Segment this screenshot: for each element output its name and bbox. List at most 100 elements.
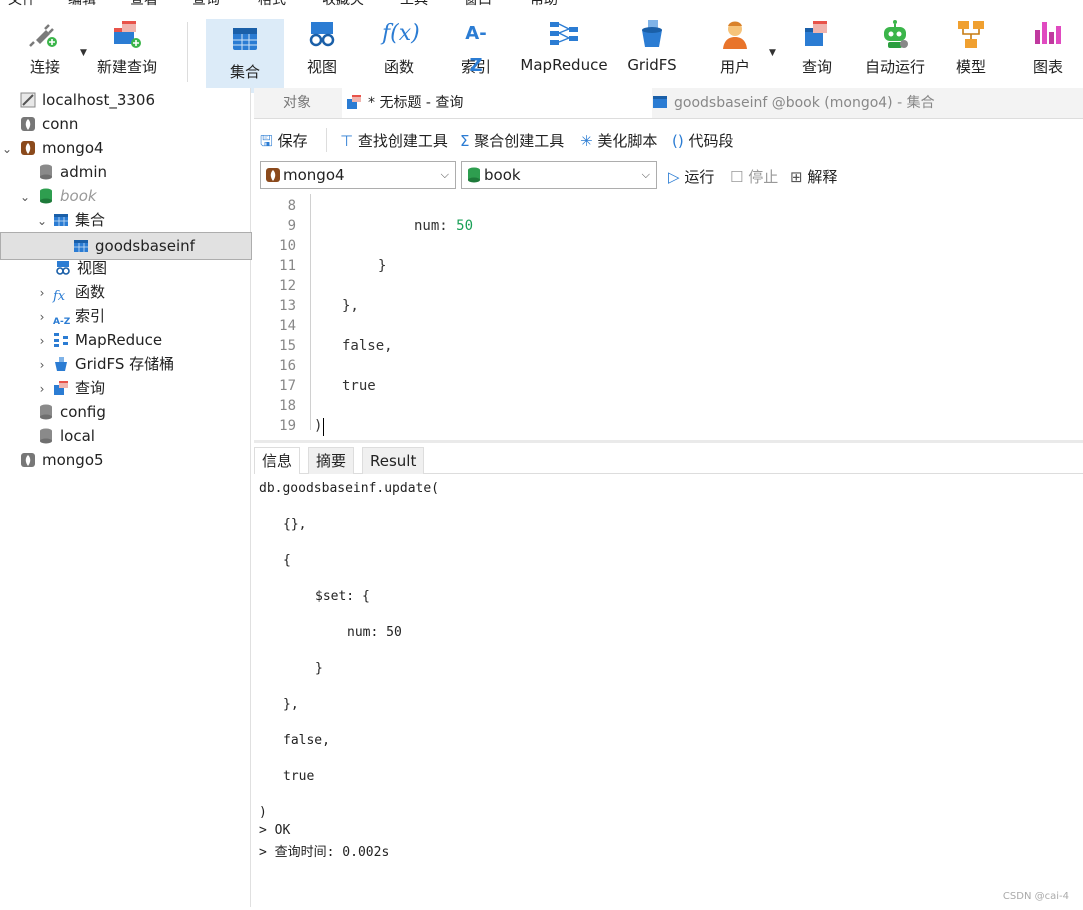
menu-file[interactable]: 文件 [8,0,36,8]
editor-toolbar: 🖫 保存 ⊤ 查找创建工具 Σ 聚合创建工具 ✳ 美化脚本 () 代码段 [254,124,1083,156]
mongo-leaf-icon [20,139,36,155]
code-editor[interactable]: 8 9 10 11 12 13 14 15 16 17 18 19 num: 5… [254,194,1083,438]
query-button[interactable]: 查询 [788,18,846,90]
tree-item-book[interactable]: ⌄ book [18,184,97,208]
tree-item-views[interactable]: 视图 [55,256,107,280]
tree-item-localhost[interactable]: localhost_3306 [20,88,155,112]
line-number: 19 [279,418,296,434]
text-cursor [323,418,324,436]
save-button[interactable]: 🖫 保存 [260,130,308,156]
function-button[interactable]: f(x) 函数 [368,18,430,90]
menu-favorites[interactable]: 收藏夹 [322,0,364,8]
chevron-down-icon[interactable]: ⌄ [0,137,14,161]
output-line: num: 50 [347,625,402,640]
tree-item-queries[interactable]: › 查询 [35,376,105,400]
tree-item-admin[interactable]: admin [38,160,107,184]
tree-item-goodsbaseinf[interactable]: goodsbaseinf [0,232,252,260]
main-toolbar: 连接 ▼ 新建查询 集合 视图 f(x) 函数 A-Z 索引 MapReduce [0,8,1083,93]
collection-button[interactable]: 集合 [206,19,284,93]
output-line: db.goodsbaseinf.update( [259,481,440,496]
menu-edit[interactable]: 编辑 [68,0,96,8]
database-icon [38,427,54,444]
query-icon [346,91,362,109]
output-query-time: > 查询时间: 0.002s [259,845,390,860]
new-query-button[interactable]: 新建查询 [94,18,160,90]
tree-item-conn[interactable]: conn [20,112,78,136]
tree-item-gridfs[interactable]: › GridFS 存储桶 [35,352,175,377]
output-line: ) [259,805,267,820]
menu-window[interactable]: 窗口 [464,0,492,8]
beautify-button[interactable]: ✳ 美化脚本 [580,130,657,151]
explain-icon: ⊞ [790,168,803,186]
mongo-leaf-icon [20,115,36,131]
tree-label: 查询 [75,379,106,397]
chevron-right-icon[interactable]: › [35,329,49,353]
function-label: 函数 [383,58,414,76]
tree-item-local[interactable]: local [38,424,95,448]
tab-objects[interactable]: 对象 [254,88,340,118]
mapreduce-button[interactable]: MapReduce [516,18,612,90]
tab-info[interactable]: 信息 [254,447,301,474]
database-icon [466,165,482,183]
robot-icon [878,18,912,50]
user-dropdown-icon[interactable]: ▼ [769,48,776,58]
tab-query[interactable]: * 无标题 - 查询 [342,88,652,118]
view-button[interactable]: 视图 [290,18,354,90]
tab-query-label: * 无标题 - 查询 [368,95,464,111]
tab-collection[interactable]: goodsbaseinf @book (mongo4) - 集合 [650,88,956,118]
menu-format[interactable]: 格式 [258,0,286,8]
beautify-label: 美化脚本 [597,132,658,150]
menu-view[interactable]: 查看 [130,0,158,8]
code-line-17: true [342,378,376,394]
chevron-right-icon[interactable]: › [35,377,49,401]
tab-result[interactable]: Result [362,447,425,474]
code-line-9: num: 50 [414,218,473,234]
view-icon [305,18,339,50]
tree-item-indexes[interactable]: › A-Z 索引 [35,304,105,328]
chart-button[interactable]: 图表 [1020,18,1076,90]
model-icon [954,18,988,50]
model-button[interactable]: 模型 [942,18,1000,90]
connection-select[interactable]: mongo4 ⌵ [260,161,456,189]
chevron-down-icon[interactable]: ⌄ [35,209,49,233]
run-button[interactable]: ▷ 运行 [668,166,714,187]
index-button[interactable]: A-Z 索引 [446,18,506,90]
chevron-right-icon[interactable]: › [35,353,49,377]
line-number: 15 [279,338,296,354]
stop-button[interactable]: ☐ 停止 [730,166,778,187]
tree-item-functions[interactable]: › fx 函数 [35,280,105,304]
chevron-right-icon[interactable]: › [35,281,49,305]
chevron-down-icon: ⌵ [641,168,650,181]
braces-icon: () [672,132,684,150]
tree-item-mongo5[interactable]: mongo5 [20,448,104,472]
collection-label: 集合 [229,63,260,81]
toolbar-divider [187,22,188,82]
snippet-button[interactable]: () 代码段 [672,130,734,151]
aggregate-builder-button[interactable]: Σ 聚合创建工具 [460,130,564,151]
gridfs-button[interactable]: GridFS [622,18,682,90]
selector-bar: mongo4 ⌵ book ⌵ ▷ 运行 ☐ 停止 ⊞ 解释 [254,158,1083,192]
explain-button[interactable]: ⊞ 解释 [790,166,837,187]
auto-run-button[interactable]: 自动运行 [860,18,930,90]
tree-item-collections[interactable]: ⌄ 集合 [35,208,105,232]
connect-dropdown-icon[interactable]: ▼ [80,48,87,58]
find-builder-button[interactable]: ⊤ 查找创建工具 [340,130,448,151]
database-select[interactable]: book ⌵ [461,161,657,189]
user-button[interactable]: 用户 [706,18,764,90]
tree-item-mongo4[interactable]: ⌄ mongo4 [0,136,104,160]
tree-label: 函数 [75,283,106,301]
chevron-down-icon[interactable]: ⌄ [18,185,32,209]
tree-item-config[interactable]: config [38,400,106,424]
query-label: 查询 [801,58,832,76]
result-tab-bar: 信息 摘要 Result [254,447,1083,474]
output-status: > OK [259,823,291,838]
connect-button[interactable]: 连接 [14,18,76,90]
save-label: 保存 [277,132,308,150]
menu-query[interactable]: 查询 [192,0,220,8]
chevron-right-icon[interactable]: › [35,305,49,329]
tab-summary[interactable]: 摘要 [308,447,355,474]
menu-tools[interactable]: 工具 [400,0,428,8]
menu-help[interactable]: 帮助 [530,0,558,8]
tree-item-mapreduce[interactable]: › MapReduce [35,328,163,353]
aggregate-builder-label: 聚合创建工具 [474,132,565,150]
